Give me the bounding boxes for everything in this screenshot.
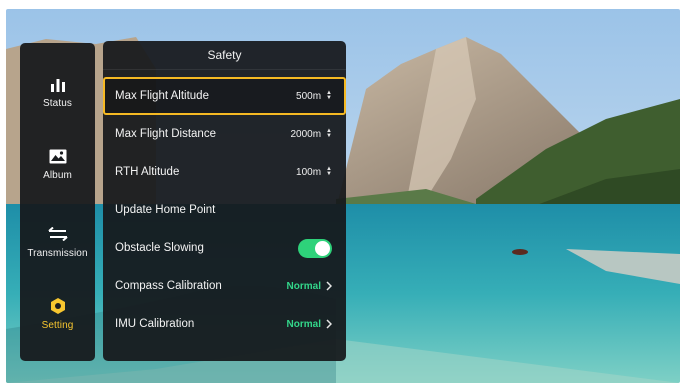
setting-label: Obstacle Slowing: [115, 242, 204, 254]
setting-label: Compass Calibration: [115, 280, 222, 292]
imu-status: Normal: [286, 318, 321, 330]
setting-label: Max Flight Altitude: [115, 90, 209, 102]
nav-item-status[interactable]: Status: [20, 55, 95, 127]
chevron-right-icon: [326, 319, 332, 329]
panel-title: Safety: [103, 41, 346, 70]
setting-value: 100m ▲ ▼: [296, 166, 332, 178]
nav-item-transmission[interactable]: Transmission: [20, 205, 95, 277]
rth-altitude-row[interactable]: RTH Altitude 100m ▲ ▼: [103, 153, 346, 191]
obstacle-slowing-row: Obstacle Slowing: [103, 229, 346, 267]
update-home-point-row[interactable]: Update Home Point: [103, 191, 346, 229]
nav-item-setting[interactable]: Setting: [20, 277, 95, 349]
up-down-stepper-icon[interactable]: ▲ ▼: [326, 128, 332, 139]
compass-calibration-row[interactable]: Compass Calibration Normal: [103, 267, 346, 305]
drone-app-screen: Status Album Transmission Setting Safety…: [6, 9, 680, 383]
altitude-value: 500m: [296, 90, 322, 102]
up-down-stepper-icon[interactable]: ▲ ▼: [326, 166, 332, 177]
setting-label: RTH Altitude: [115, 166, 180, 178]
hexagon-gear-icon: [49, 295, 67, 317]
chevron-right-icon: [326, 281, 332, 291]
setting-value: 500m ▲ ▼: [296, 90, 332, 102]
nav-item-album[interactable]: Album: [20, 127, 95, 199]
bar-chart-icon: [50, 73, 66, 95]
max-flight-distance-row[interactable]: Max Flight Distance 2000m ▲ ▼: [103, 115, 346, 153]
setting-label: Max Flight Distance: [115, 128, 216, 140]
setting-label: Update Home Point: [115, 204, 216, 216]
nav-label: Transmission: [27, 248, 88, 259]
sidebar-nav: Status Album Transmission Setting: [20, 43, 95, 361]
imu-calibration-row[interactable]: IMU Calibration Normal: [103, 305, 346, 343]
setting-status: Normal: [287, 281, 332, 292]
setting-status: Normal: [287, 319, 332, 330]
distance-value: 2000m: [290, 128, 322, 140]
swap-arrows-icon: [47, 223, 68, 245]
compass-status: Normal: [286, 280, 321, 292]
nav-label: Album: [43, 170, 72, 181]
setting-label: IMU Calibration: [115, 318, 195, 330]
setting-value: 2000m ▲ ▼: [290, 128, 332, 140]
obstacle-slowing-toggle[interactable]: [298, 238, 332, 258]
safety-settings-panel: Safety Max Flight Altitude 500m ▲ ▼ Max F…: [103, 41, 346, 361]
nav-label: Status: [43, 98, 72, 109]
up-down-stepper-icon[interactable]: ▲ ▼: [326, 90, 332, 101]
nav-label: Setting: [41, 320, 74, 331]
toggle-knob: [315, 240, 330, 256]
image-icon: [49, 145, 67, 167]
max-flight-altitude-row[interactable]: Max Flight Altitude 500m ▲ ▼: [103, 77, 346, 115]
rth-altitude-value: 100m: [296, 166, 322, 178]
